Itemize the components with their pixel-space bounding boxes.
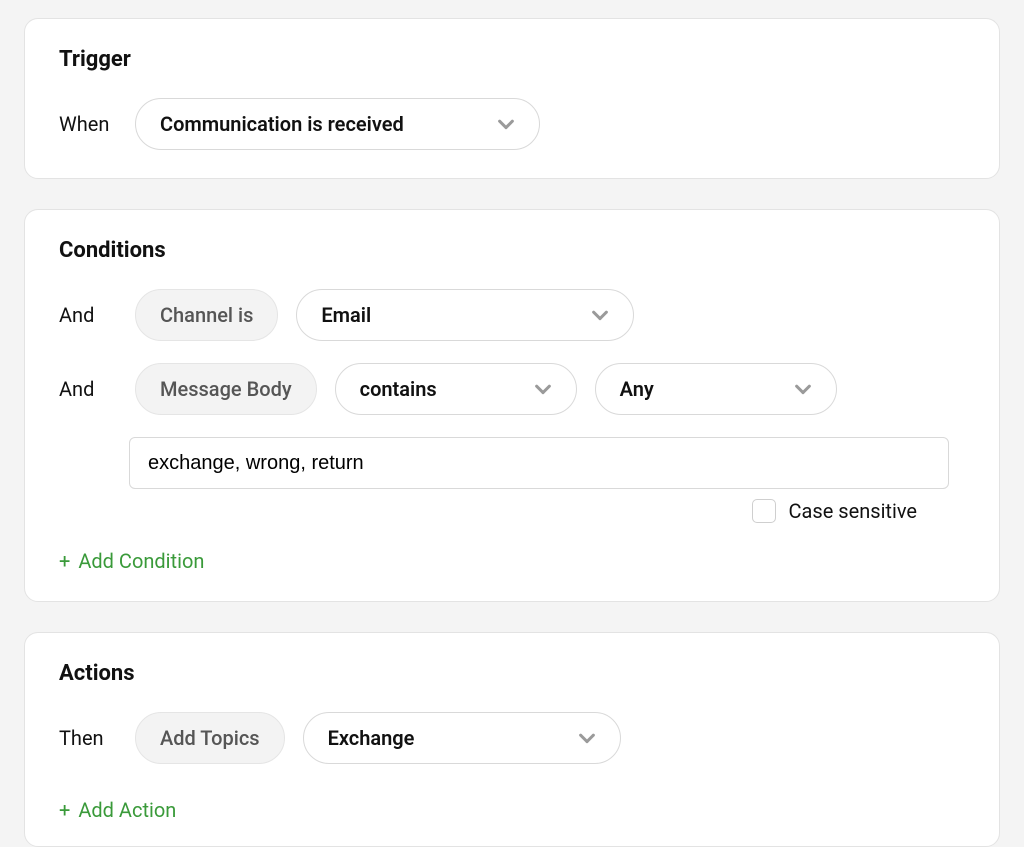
condition-tag-channel[interactable]: Channel is <box>135 289 278 341</box>
mode-select-value: Any <box>620 377 654 401</box>
channel-select[interactable]: Email <box>296 289 634 341</box>
trigger-select[interactable]: Communication is received <box>135 98 540 150</box>
case-sensitive-row: Case sensitive <box>59 499 917 523</box>
channel-select-value: Email <box>321 303 371 327</box>
and-label: And <box>59 377 117 401</box>
condition-tag-messagebody[interactable]: Message Body <box>135 363 317 415</box>
and-label: And <box>59 303 117 327</box>
trigger-row: When Communication is received <box>59 98 965 150</box>
case-sensitive-checkbox[interactable] <box>752 499 776 523</box>
conditions-card: Conditions And Channel is Email And Mess… <box>24 209 1000 602</box>
then-label: Then <box>59 726 117 750</box>
condition-row: And Channel is Email <box>59 289 965 341</box>
add-condition-label: Add Condition <box>78 549 204 573</box>
topic-select-value: Exchange <box>328 726 415 750</box>
action-row: Then Add Topics Exchange <box>59 712 965 764</box>
trigger-card: Trigger When Communication is received <box>24 18 1000 179</box>
chevron-down-icon <box>794 384 812 395</box>
trigger-title: Trigger <box>59 47 965 72</box>
chevron-down-icon <box>578 733 596 744</box>
trigger-select-value: Communication is received <box>160 112 404 136</box>
actions-title: Actions <box>59 661 965 686</box>
actions-card: Actions Then Add Topics Exchange + Add A… <box>24 632 1000 847</box>
keywords-input[interactable] <box>129 437 949 489</box>
operator-select[interactable]: contains <box>335 363 577 415</box>
mode-select[interactable]: Any <box>595 363 837 415</box>
chevron-down-icon <box>534 384 552 395</box>
action-tag-addtopics[interactable]: Add Topics <box>135 712 285 764</box>
case-sensitive-label: Case sensitive <box>788 499 917 523</box>
chevron-down-icon <box>497 119 515 130</box>
add-action-button[interactable]: + Add Action <box>59 798 176 822</box>
plus-icon: + <box>59 800 70 820</box>
chevron-down-icon <box>591 310 609 321</box>
add-condition-button[interactable]: + Add Condition <box>59 549 204 573</box>
conditions-title: Conditions <box>59 238 965 263</box>
condition-row: And Message Body contains Any <box>59 363 965 415</box>
plus-icon: + <box>59 551 70 571</box>
topic-select[interactable]: Exchange <box>303 712 621 764</box>
operator-select-value: contains <box>360 377 437 401</box>
when-label: When <box>59 112 117 136</box>
add-action-label: Add Action <box>78 798 176 822</box>
keywords-input-row <box>59 437 965 489</box>
